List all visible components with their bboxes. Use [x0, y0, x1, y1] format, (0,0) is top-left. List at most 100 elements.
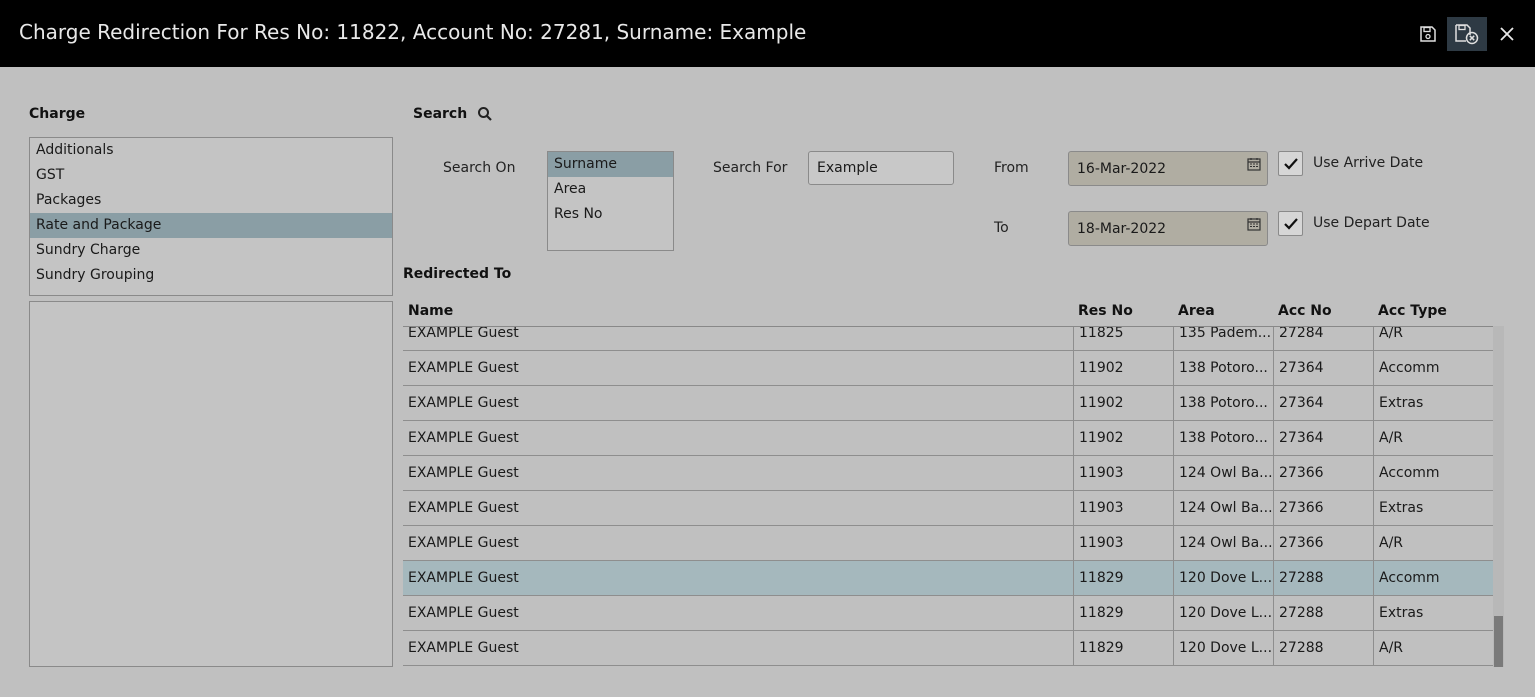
- save-icon: [1420, 26, 1436, 42]
- table-cell: 11825: [1073, 327, 1173, 351]
- table-cell: 11903: [1073, 456, 1173, 491]
- search-for-label: Search For: [713, 160, 788, 176]
- table-cell: A/R: [1373, 631, 1493, 666]
- table-row[interactable]: EXAMPLE Guest 11903 124 Owl Ba... 27366 A/R: [403, 526, 1493, 561]
- charge-list[interactable]: Additionals GST Packages Rate and Packag…: [29, 137, 393, 296]
- charge-item-selected[interactable]: Rate and Package: [30, 213, 392, 238]
- from-date-input[interactable]: 16-Mar-2022: [1068, 151, 1268, 186]
- charge-item[interactable]: Packages: [30, 188, 392, 213]
- table-cell: EXAMPLE Guest: [408, 430, 519, 446]
- table-cell: 27288: [1273, 561, 1373, 596]
- table-row[interactable]: EXAMPLE Guest 11829 120 Dove L... 27288 Extr…: [403, 596, 1493, 631]
- table-cell: 138 Potoro...: [1173, 351, 1273, 386]
- table-cell: EXAMPLE Guest: [408, 605, 519, 621]
- column-header-name[interactable]: Name: [408, 303, 453, 319]
- table-cell: 138 Potoro...: [1173, 386, 1273, 421]
- table-cell: A/R: [1373, 421, 1493, 456]
- table-cell: 11902: [1073, 386, 1173, 421]
- table-cell: 138 Potoro...: [1173, 421, 1273, 456]
- grid-scrollbar[interactable]: [1493, 326, 1504, 667]
- charge-item[interactable]: Additionals: [30, 138, 392, 163]
- redirected-to-heading: Redirected To: [403, 266, 512, 282]
- save-button[interactable]: [1408, 17, 1448, 51]
- table-cell: 11902: [1073, 421, 1173, 456]
- table-cell: EXAMPLE Guest: [408, 360, 519, 376]
- search-button[interactable]: [477, 106, 495, 124]
- table-row[interactable]: EXAMPLE Guest 11903 124 Owl Ba... 27366 Acco…: [403, 456, 1493, 491]
- table-row[interactable]: EXAMPLE Guest 11825 135 Padem... 27284 A/R: [403, 326, 1493, 351]
- table-row[interactable]: EXAMPLE Guest 11902 138 Potoro... 27364 Extr…: [403, 386, 1493, 421]
- save-close-button[interactable]: [1447, 17, 1487, 51]
- table-cell: 11829: [1073, 596, 1173, 631]
- search-heading: Search: [413, 106, 468, 122]
- charge-heading: Charge: [29, 106, 86, 122]
- table-cell: 124 Owl Ba...: [1173, 526, 1273, 561]
- table-cell: Accomm: [1373, 561, 1493, 596]
- table-cell: EXAMPLE Guest: [408, 326, 519, 341]
- scrollbar-thumb[interactable]: [1494, 616, 1503, 667]
- charge-item[interactable]: Sundry Charge: [30, 238, 392, 263]
- search-on-option[interactable]: Area: [548, 177, 673, 202]
- close-button[interactable]: [1487, 17, 1527, 51]
- table-cell: 27366: [1273, 491, 1373, 526]
- table-cell: 27364: [1273, 386, 1373, 421]
- to-date-input[interactable]: 18-Mar-2022: [1068, 211, 1268, 246]
- table-cell: 27288: [1273, 596, 1373, 631]
- table-row[interactable]: EXAMPLE Guest 11902 138 Potoro... 27364 Acco…: [403, 351, 1493, 386]
- search-icon: [478, 107, 492, 121]
- check-icon: [1283, 217, 1298, 230]
- search-for-input[interactable]: Example: [808, 151, 954, 185]
- table-cell: 27366: [1273, 526, 1373, 561]
- table-cell: 124 Owl Ba...: [1173, 491, 1273, 526]
- table-cell: 27288: [1273, 631, 1373, 666]
- table-row[interactable]: EXAMPLE Guest 11902 138 Potoro... 27364 A/R: [403, 421, 1493, 456]
- table-cell: 11903: [1073, 491, 1173, 526]
- calendar-icon[interactable]: [1247, 217, 1261, 231]
- table-cell: EXAMPLE Guest: [408, 570, 519, 586]
- calendar-icon[interactable]: [1247, 157, 1261, 171]
- charge-item[interactable]: Sundry Grouping: [30, 263, 392, 288]
- charge-item[interactable]: GST: [30, 163, 392, 188]
- window-title: Charge Redirection For Res No: 11822, Ac…: [19, 20, 807, 44]
- table-row[interactable]: EXAMPLE Guest 11903 124 Owl Ba... 27366 Extr…: [403, 491, 1493, 526]
- column-header-area[interactable]: Area: [1178, 303, 1215, 319]
- search-for-value: Example: [817, 160, 878, 176]
- redirected-grid[interactable]: EXAMPLE Guest 11825 135 Padem... 27284 A/R EX…: [403, 326, 1493, 667]
- table-cell: Extras: [1373, 596, 1493, 631]
- from-date-value: 16-Mar-2022: [1077, 160, 1167, 177]
- table-cell: EXAMPLE Guest: [408, 500, 519, 516]
- table-cell: 124 Owl Ba...: [1173, 456, 1273, 491]
- column-header-acc-no[interactable]: Acc No: [1278, 303, 1332, 319]
- table-cell: Extras: [1373, 491, 1493, 526]
- table-cell: EXAMPLE Guest: [408, 465, 519, 481]
- table-cell: Extras: [1373, 386, 1493, 421]
- table-cell: A/R: [1373, 526, 1493, 561]
- use-arrive-date-checkbox[interactable]: [1278, 151, 1303, 176]
- title-bar: Charge Redirection For Res No: 11822, Ac…: [0, 0, 1535, 67]
- grid-header: Name Res No Area Acc No Acc Type: [403, 300, 1504, 326]
- table-cell: 135 Padem...: [1173, 327, 1273, 351]
- table-cell: Accomm: [1373, 351, 1493, 386]
- from-label: From: [994, 160, 1029, 176]
- charge-detail-panel: [29, 301, 393, 667]
- column-header-res-no[interactable]: Res No: [1078, 303, 1133, 319]
- table-cell: 11829: [1073, 631, 1173, 666]
- table-cell: 120 Dove L...: [1173, 631, 1273, 666]
- search-on-option[interactable]: Res No: [548, 202, 673, 227]
- to-label: To: [994, 220, 1009, 236]
- table-row[interactable]: EXAMPLE Guest 11829 120 Dove L... 27288 A/R: [403, 631, 1493, 666]
- search-on-list[interactable]: Surname Area Res No: [547, 151, 674, 251]
- use-depart-date-checkbox[interactable]: [1278, 211, 1303, 236]
- table-cell: 120 Dove L...: [1173, 561, 1273, 596]
- column-header-acc-type[interactable]: Acc Type: [1378, 303, 1447, 319]
- table-cell: 27284: [1273, 327, 1373, 351]
- table-cell: 27364: [1273, 421, 1373, 456]
- search-on-option-selected[interactable]: Surname: [548, 152, 673, 177]
- table-row[interactable]: EXAMPLE Guest 11829 120 Dove L... 27288 Acco…: [403, 561, 1493, 596]
- use-depart-date-label: Use Depart Date: [1313, 215, 1430, 231]
- use-arrive-date-label: Use Arrive Date: [1313, 155, 1424, 171]
- table-cell: 27364: [1273, 351, 1373, 386]
- close-icon: [1500, 27, 1514, 41]
- table-cell: 11903: [1073, 526, 1173, 561]
- table-cell: 120 Dove L...: [1173, 596, 1273, 631]
